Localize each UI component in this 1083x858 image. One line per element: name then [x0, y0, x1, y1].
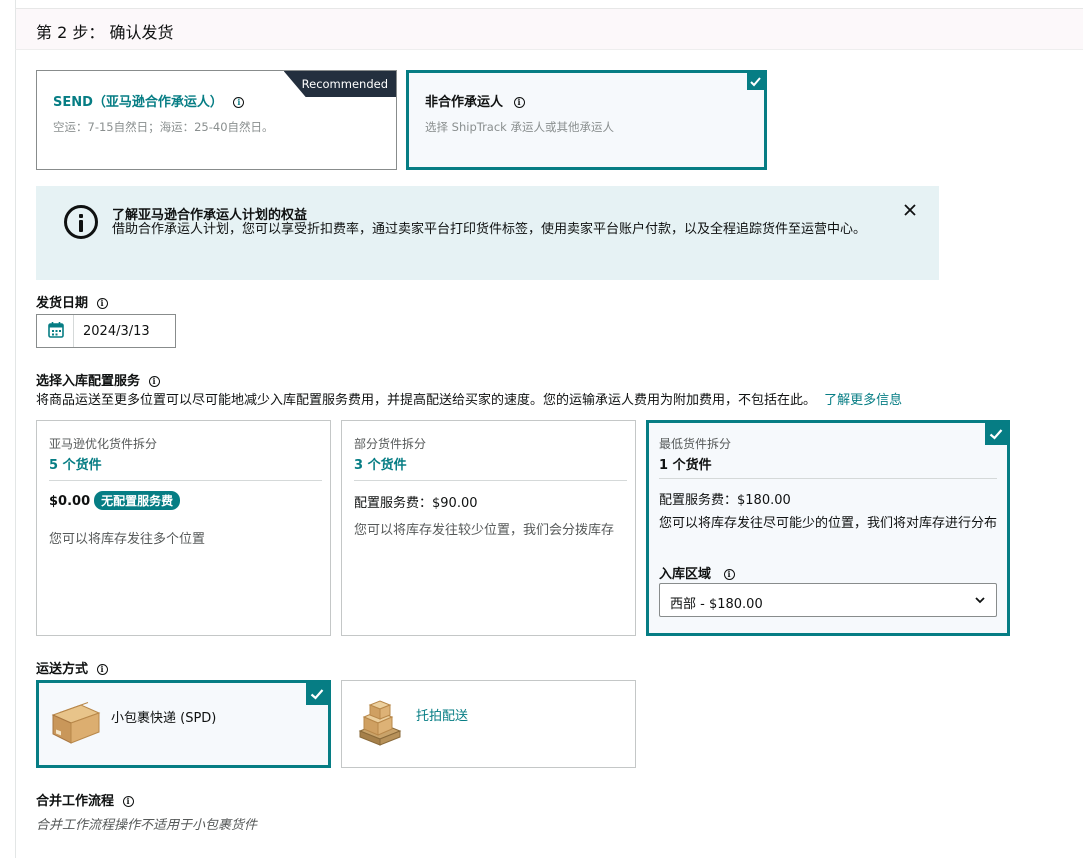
ship-date-label: 发货日期 — [36, 296, 89, 311]
learn-more-link[interactable]: 了解更多信息 — [824, 393, 902, 408]
placement-option-minimal[interactable]: 最低货件拆分 1 个货件 配置服务费：$180.00 您可以将库存发往尽可能少的… — [646, 420, 1010, 636]
selected-check-icon — [747, 73, 764, 90]
inbound-region-label: 入库区域 — [659, 567, 712, 582]
placement-option-desc: 您可以将库存发往较少位置，我们会分拨库存 — [354, 523, 615, 538]
info-icon[interactable]: i — [96, 664, 108, 675]
inbound-region-value: 西部 - $180.00 — [670, 597, 763, 612]
info-circle-icon — [64, 205, 98, 239]
workflow-note: 合并工作流程操作不适用于小包裹货件 — [36, 818, 258, 833]
placement-option-name: 部分货件拆分 — [354, 437, 427, 451]
pallet-icon — [354, 697, 404, 753]
shipping-option-name: 托拍配送 — [416, 709, 469, 724]
info-icon[interactable]: i — [148, 376, 160, 387]
placement-description: 将商品运送至更多位置可以尽可能地减少入库配置服务费用，并提高配送给买家的速度。您… — [36, 393, 817, 408]
placement-option-desc: 您可以将库存发往多个位置 — [49, 532, 206, 547]
carrier-subtitle-send: 空运：7-15自然日；海运：25-40自然日。 — [53, 120, 274, 134]
placement-option-count: 3 个货件 — [354, 458, 407, 473]
selected-check-icon — [306, 683, 328, 705]
shipping-option-ltl[interactable]: 托拍配送 — [341, 680, 636, 768]
placement-option-fee: 配置服务费：$90.00 — [354, 496, 478, 511]
placement-option-name: 最低货件拆分 — [659, 437, 732, 451]
box-icon — [49, 699, 103, 751]
info-icon[interactable]: i — [96, 298, 108, 309]
calendar-icon[interactable] — [37, 315, 74, 347]
info-icon[interactable]: i — [122, 796, 134, 807]
placement-option-amazon-optimized[interactable]: 亚马逊优化货件拆分 5 个货件 $0.00 无配置服务费 您可以将库存发往多个位置 — [36, 420, 331, 636]
info-icon[interactable]: i — [723, 569, 735, 580]
ship-date-value: 2024/3/13 — [83, 324, 150, 339]
no-fee-badge: 无配置服务费 — [94, 491, 181, 510]
placement-option-fee: $0.00 — [49, 494, 91, 509]
shipping-option-spd[interactable]: 小包裹快递 (SPD) — [36, 680, 331, 768]
step-title: 第 2 步： 确认发货 — [36, 23, 174, 42]
info-icon[interactable]: i — [513, 97, 525, 108]
placement-option-count: 5 个货件 — [49, 458, 102, 473]
placement-option-fee: 配置服务费：$180.00 — [659, 493, 791, 508]
carrier-option-non-partnered[interactable]: 非合作承运人 i 选择 ShipTrack 承运人或其他承运人 — [406, 70, 767, 170]
inbound-region-select[interactable]: 西部 - $180.00 — [659, 583, 997, 617]
placement-option-name: 亚马逊优化货件拆分 — [49, 437, 158, 451]
partnered-carrier-alert: 了解亚马逊合作承运人计划的权益 借助合作承运人计划，您可以享受折扣费率，通过卖家… — [36, 186, 939, 280]
carrier-subtitle-non-partnered: 选择 ShipTrack 承运人或其他承运人 — [425, 120, 614, 134]
recommended-ribbon: Recommended — [283, 71, 396, 97]
close-icon[interactable] — [902, 202, 918, 218]
ship-date-input[interactable]: 2024/3/13 — [36, 314, 176, 348]
carrier-title-send: SEND（亚马逊合作承运人） — [53, 95, 223, 110]
step-header: 第 2 步： 确认发货 — [15, 8, 1083, 50]
shipping-mode-label: 运送方式 — [36, 662, 89, 677]
placement-option-desc: 您可以将库存发往尽可能少的位置，我们将对库存进行分布 — [659, 516, 998, 531]
chevron-down-icon — [974, 594, 986, 610]
placement-option-count: 1 个货件 — [659, 458, 712, 473]
workflow-label: 合并工作流程 — [36, 794, 115, 809]
carrier-title-non-partnered: 非合作承运人 — [425, 95, 504, 110]
alert-body: 借助合作承运人计划，您可以享受折扣费率，通过卖家平台打印货件标签，使用卖家平台账… — [112, 222, 867, 237]
selected-check-icon — [985, 423, 1007, 445]
shipping-option-name: 小包裹快递 (SPD) — [111, 711, 217, 726]
info-icon[interactable]: i — [233, 97, 245, 108]
placement-label: 选择入库配置服务 — [36, 374, 141, 389]
placement-option-partial[interactable]: 部分货件拆分 3 个货件 配置服务费：$90.00 您可以将库存发往较少位置，我… — [341, 420, 636, 636]
carrier-option-send[interactable]: Recommended SEND（亚马逊合作承运人） i 空运：7-15自然日；… — [36, 70, 397, 170]
